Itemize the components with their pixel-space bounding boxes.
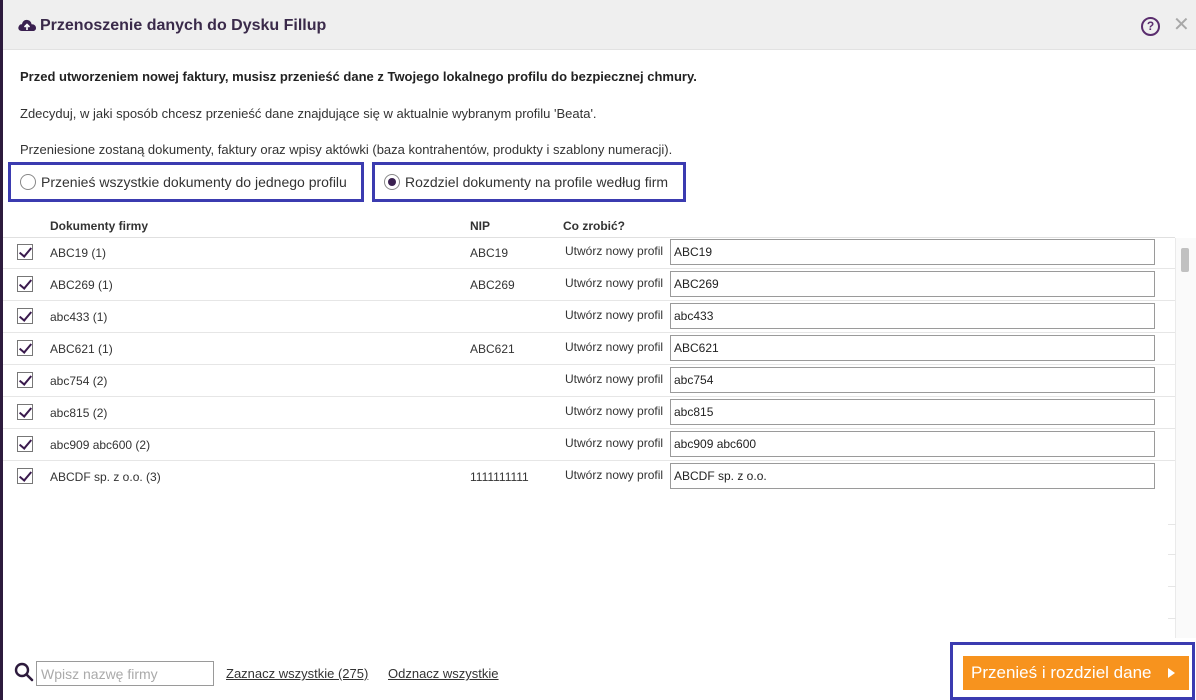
action-text[interactable]: Utwórz nowy profil bbox=[565, 244, 663, 258]
company-nip: 1111111111 bbox=[470, 470, 529, 484]
profile-name-input[interactable] bbox=[670, 335, 1155, 361]
help-icon[interactable]: ? bbox=[1141, 17, 1160, 36]
row-checkbox[interactable] bbox=[17, 276, 33, 292]
intro-warning-text: Przed utworzeniem nowej faktury, musisz … bbox=[20, 69, 697, 84]
action-text[interactable]: Utwórz nowy profil bbox=[565, 372, 663, 386]
action-text[interactable]: Utwórz nowy profil bbox=[565, 436, 663, 450]
intro-decide-text: Zdecyduj, w jaki sposób chcesz przenieść… bbox=[20, 106, 597, 121]
company-name: abc909 abc600 (2) bbox=[50, 438, 151, 452]
table-row: abc909 abc600 (2) Utwórz nowy profil bbox=[3, 429, 1175, 461]
intro-info-text: Przeniesione zostaną dokumenty, faktury … bbox=[20, 142, 673, 157]
search-icon bbox=[14, 662, 34, 682]
divider bbox=[1168, 618, 1176, 619]
option-single-profile[interactable]: Przenieś wszystkie dokumenty do jednego … bbox=[8, 162, 364, 202]
table-row: ABC269 (1) ABC269 Utwórz nowy profil bbox=[3, 269, 1175, 301]
table-row: ABC621 (1) ABC621 Utwórz nowy profil bbox=[3, 333, 1175, 365]
table-row: abc815 (2) Utwórz nowy profil bbox=[3, 397, 1175, 429]
play-arrow-icon bbox=[1168, 668, 1175, 678]
company-name: ABC269 (1) bbox=[50, 278, 113, 292]
option-split-profiles-label: Rozdziel dokumenty na profile według fir… bbox=[405, 174, 669, 190]
column-header-nip: NIP bbox=[470, 219, 491, 233]
row-checkbox[interactable] bbox=[17, 340, 33, 356]
table-scrollbar[interactable] bbox=[1175, 238, 1196, 638]
dialog-title: Przenoszenie danych do Dysku Fillup bbox=[40, 17, 327, 34]
profile-name-input[interactable] bbox=[670, 399, 1155, 425]
company-name: ABCDF sp. z o.o. (3) bbox=[50, 470, 161, 484]
profile-name-input[interactable] bbox=[670, 463, 1155, 489]
radio-single-profile[interactable] bbox=[20, 174, 36, 190]
row-checkbox[interactable] bbox=[17, 436, 33, 452]
company-name: ABC621 (1) bbox=[50, 342, 113, 356]
action-text[interactable]: Utwórz nowy profil bbox=[565, 276, 663, 290]
company-nip: ABC621 bbox=[470, 342, 515, 356]
company-name: ABC19 (1) bbox=[50, 246, 107, 260]
profile-name-input[interactable] bbox=[670, 239, 1155, 265]
table-row: abc754 (2) Utwórz nowy profil bbox=[3, 365, 1175, 397]
divider bbox=[1168, 586, 1176, 587]
company-search-input[interactable] bbox=[36, 661, 214, 686]
row-checkbox[interactable] bbox=[17, 244, 33, 260]
action-text[interactable]: Utwórz nowy profil bbox=[565, 340, 663, 354]
option-single-profile-label: Przenieś wszystkie dokumenty do jednego … bbox=[41, 174, 347, 190]
dialog-titlebar: Przenoszenie danych do Dysku Fillup ? ✕ bbox=[3, 0, 1196, 50]
cloud-upload-icon bbox=[18, 19, 36, 31]
option-split-profiles[interactable]: Rozdziel dokumenty na profile według fir… bbox=[372, 162, 686, 202]
company-nip: ABC19 bbox=[470, 246, 509, 260]
transfer-split-button[interactable]: Przenieś i rozdziel dane bbox=[963, 656, 1189, 690]
profile-name-input[interactable] bbox=[670, 271, 1155, 297]
profile-name-input[interactable] bbox=[670, 367, 1155, 393]
column-header-company: Dokumenty firmy bbox=[50, 219, 149, 233]
row-checkbox[interactable] bbox=[17, 372, 33, 388]
divider bbox=[1168, 554, 1176, 555]
table-row: ABC19 (1) ABC19 Utwórz nowy profil bbox=[3, 237, 1175, 269]
company-name: abc815 (2) bbox=[50, 406, 108, 420]
radio-split-profiles[interactable] bbox=[384, 174, 400, 190]
profile-name-input[interactable] bbox=[670, 431, 1155, 457]
table-row: ABCDF sp. z o.o. (3) 1111111111 Utwórz n… bbox=[3, 461, 1175, 493]
table-row: abc433 (1) Utwórz nowy profil bbox=[3, 301, 1175, 333]
row-checkbox[interactable] bbox=[17, 308, 33, 324]
submit-highlight: Przenieś i rozdziel dane bbox=[950, 642, 1195, 700]
profile-name-input[interactable] bbox=[670, 303, 1155, 329]
close-icon[interactable]: ✕ bbox=[1173, 14, 1190, 36]
divider bbox=[1168, 524, 1176, 525]
row-checkbox[interactable] bbox=[17, 404, 33, 420]
row-checkbox[interactable] bbox=[17, 468, 33, 484]
select-all-link[interactable]: Zaznacz wszystkie (275) bbox=[226, 666, 368, 681]
transfer-split-button-label: Przenieś i rozdziel dane bbox=[971, 663, 1152, 682]
company-name: abc754 (2) bbox=[50, 374, 108, 388]
company-nip: ABC269 bbox=[470, 278, 515, 292]
scrollbar-thumb[interactable] bbox=[1181, 248, 1189, 272]
company-name: abc433 (1) bbox=[50, 310, 108, 324]
column-header-action: Co zrobić? bbox=[563, 219, 625, 233]
action-text[interactable]: Utwórz nowy profil bbox=[565, 404, 663, 418]
action-text[interactable]: Utwórz nowy profil bbox=[565, 308, 663, 322]
action-text[interactable]: Utwórz nowy profil bbox=[565, 468, 663, 482]
deselect-all-link[interactable]: Odznacz wszystkie bbox=[388, 666, 499, 681]
table-header: Dokumenty firmy NIP Co zrobić? bbox=[3, 212, 1175, 238]
